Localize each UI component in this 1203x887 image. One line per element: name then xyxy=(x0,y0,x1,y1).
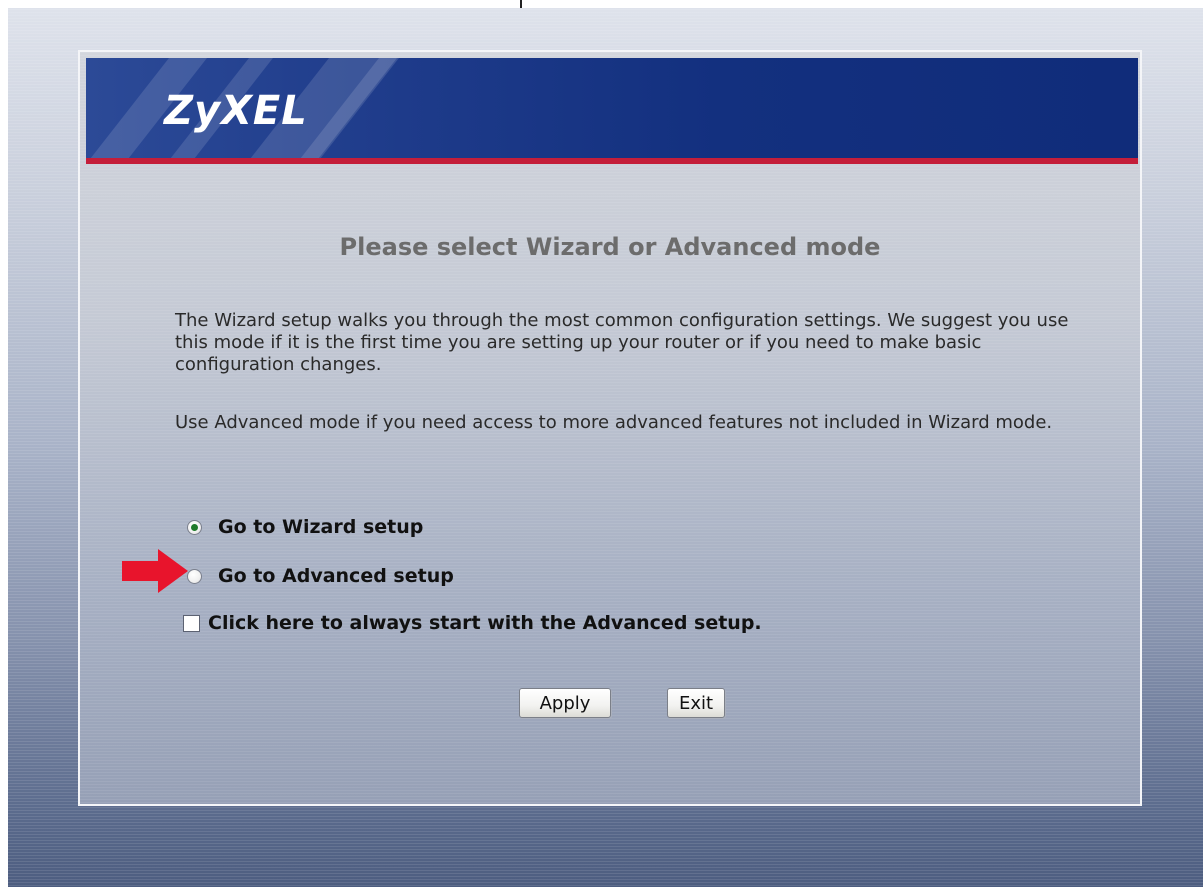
advanced-option[interactable]: Go to Advanced setup xyxy=(187,565,454,587)
text-cursor-icon xyxy=(520,0,522,8)
wizard-description: The Wizard setup walks you through the m… xyxy=(175,310,1069,375)
always-advanced-label: Click here to always start with the Adva… xyxy=(208,612,762,634)
wizard-option[interactable]: Go to Wizard setup xyxy=(187,516,423,538)
always-advanced-checkbox[interactable] xyxy=(183,614,200,632)
red-arrow-right-icon xyxy=(122,549,188,593)
advanced-option-label: Go to Advanced setup xyxy=(218,565,454,587)
advanced-radio[interactable] xyxy=(187,568,202,584)
wizard-option-label: Go to Wizard setup xyxy=(218,516,424,538)
header-banner: ZyXEL xyxy=(86,58,1138,158)
wizard-radio[interactable] xyxy=(187,519,202,535)
always-advanced-option[interactable]: Click here to always start with the Adva… xyxy=(183,612,762,634)
zyxel-logo: ZyXEL xyxy=(164,88,308,134)
apply-button[interactable]: Apply xyxy=(519,688,611,718)
top-strip xyxy=(8,0,1203,8)
banner-accent-line xyxy=(86,158,1138,164)
page-title: Please select Wizard or Advanced mode xyxy=(339,233,881,261)
advanced-description: Use Advanced mode if you need access to … xyxy=(175,412,1053,433)
exit-button[interactable]: Exit xyxy=(667,688,725,718)
setup-mode-panel: ZyXEL Please select Wizard or Advanced m… xyxy=(78,50,1142,806)
